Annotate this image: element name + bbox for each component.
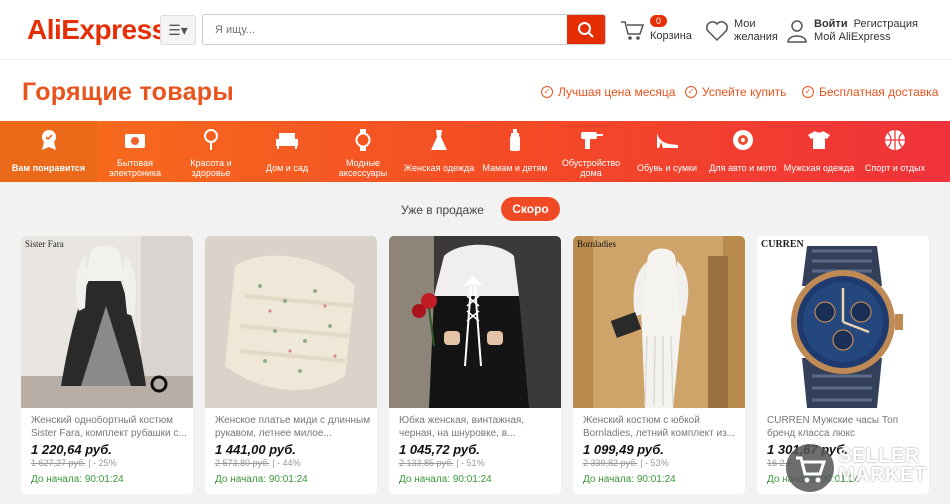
category-mens-clothing[interactable]: Мужская одежда [781,121,857,182]
header: AliExpress™ ☰▾ 0 Корзина Мои желания Вой… [0,0,950,60]
product-countdown: До начала: 90:01:24 [583,474,676,485]
product-name[interactable]: Юбка женская, винтажная, черная, на шнур… [399,414,555,440]
check-icon: ✓ [541,86,553,98]
heel-icon [657,133,678,148]
product-card[interactable]: Sister Fara Женский однобортный костюм S… [21,236,193,494]
category-beauty[interactable]: Красота и здоровье [173,121,249,182]
product-card[interactable]: Bornladies Женский костюм с юбкой Bornla… [573,236,745,494]
product-name[interactable]: Женский однобортный костюм Sister Fara, … [31,414,187,440]
badge-icon [41,130,56,150]
category-electronics[interactable]: Бытовая электроника [97,121,173,182]
product-old-price: 2 573,80 руб. | - 44% [215,458,301,468]
tab-soon[interactable]: Скоро [501,197,560,221]
search-icon [578,21,594,38]
product-countdown: До начала: 90:01:24 [31,474,124,485]
product-name[interactable]: Женское платье миди с длинным рукавом, л… [215,414,371,440]
register-link[interactable]: Регистрация [854,18,918,30]
cart-label: Корзина [650,30,692,42]
tshirt-icon [808,131,830,149]
search-button[interactable] [567,15,605,44]
product-image[interactable] [205,236,377,408]
product-price: 1 099,49 руб. [583,442,664,457]
product-price: 1 045,72 руб. [399,442,480,457]
aliexpress-logo[interactable]: AliExpress™ [27,14,175,46]
check-icon: ✓ [802,86,814,98]
cart-logo-icon [786,444,834,492]
wishlist-label-line2: желания [734,31,778,43]
category-auto-moto[interactable]: Для авто и мото [705,121,781,182]
category-sports[interactable]: Спорт и отдых [857,121,933,182]
product-old-price: 2 339,82 руб. | - 53% [583,458,669,468]
product-image[interactable] [389,236,561,408]
watch-icon [355,129,371,151]
category-accessories[interactable]: Модные аксессуары [325,121,401,182]
check-icon: ✓ [685,86,697,98]
menu-button[interactable]: ☰▾ [160,15,196,45]
category-home-garden[interactable]: Дом и сад [249,121,325,182]
product-brand-label: CURREN [761,239,804,250]
page-title: Горящие товары [22,78,234,106]
product-discount: | - 51% [456,458,485,468]
category-shoes-bags[interactable]: Обувь и сумки [629,121,705,182]
product-card[interactable]: Юбка женская, винтажная, черная, на шнур… [389,236,561,494]
drill-icon [581,132,603,149]
product-discount: | - 44% [272,458,301,468]
ball-icon [885,130,905,150]
product-countdown: До начала: 90:01:24 [399,474,492,485]
product-brand-label: Sister Fara [25,239,64,249]
category-recommended[interactable]: Вам понравится [0,121,97,182]
search-box [202,14,606,45]
product-old-price: 1 627,27 руб. | - 25% [31,458,117,468]
sofa-icon [276,133,298,149]
product-discount: | - 25% [88,458,117,468]
product-price: 1 441,00 руб. [215,442,296,457]
hamburger-icon: ☰▾ [168,21,188,38]
bottle-icon [510,129,520,151]
user-icon [787,20,807,43]
seller-market-watermark: SELLER MARKET [784,438,950,498]
product-name[interactable]: Женский костюм с юбкой Bornladies, летни… [583,414,739,440]
my-account-link[interactable]: Мой AliExpress [814,31,918,44]
feature-hurry: ✓ Успейте купить [685,85,786,99]
product-brand-label: Bornladies [577,239,616,249]
wishlist-label-line1: Мои [734,18,756,30]
search-input[interactable] [203,15,569,44]
category-home-improvement[interactable]: Обустройство дома [553,121,629,182]
product-image[interactable] [21,236,193,408]
feature-free-delivery: ✓ Бесплатная доставка [802,85,938,99]
product-old-price: 2 133,85 руб. | - 51% [399,458,485,468]
product-image[interactable] [573,236,745,408]
tab-on-sale[interactable]: Уже в продаже [401,203,484,217]
heart-icon [706,21,728,42]
product-countdown: До начала: 90:01:24 [215,474,308,485]
category-strip: Вам понравится Бытовая электроника Красо… [0,121,950,182]
product-name[interactable]: CURREN Мужские часы Топ бренд класса люк… [767,414,923,440]
account-area: Войти Регистрация Мой AliExpress [786,18,918,44]
category-kids[interactable]: Мамам и детям [477,121,553,182]
product-image[interactable] [757,236,929,408]
feature-best-price: ✓ Лучшая цена месяца [541,85,675,99]
cart-count-badge: 0 [650,15,668,27]
cart-icon [621,20,644,40]
wishlist-link[interactable]: Мои желания [705,18,778,44]
login-link[interactable]: Войти [814,18,848,30]
dress-icon [431,130,447,150]
cart-link[interactable]: 0 Корзина [620,15,692,43]
product-price: 1 220,64 руб. [31,442,112,457]
wheel-icon [733,130,753,150]
mirror-icon [204,129,218,150]
category-womens-clothing[interactable]: Женская одежда [401,121,477,182]
camera-icon [125,134,145,148]
product-card[interactable]: Женское платье миди с длинным рукавом, л… [205,236,377,494]
product-discount: | - 53% [640,458,669,468]
